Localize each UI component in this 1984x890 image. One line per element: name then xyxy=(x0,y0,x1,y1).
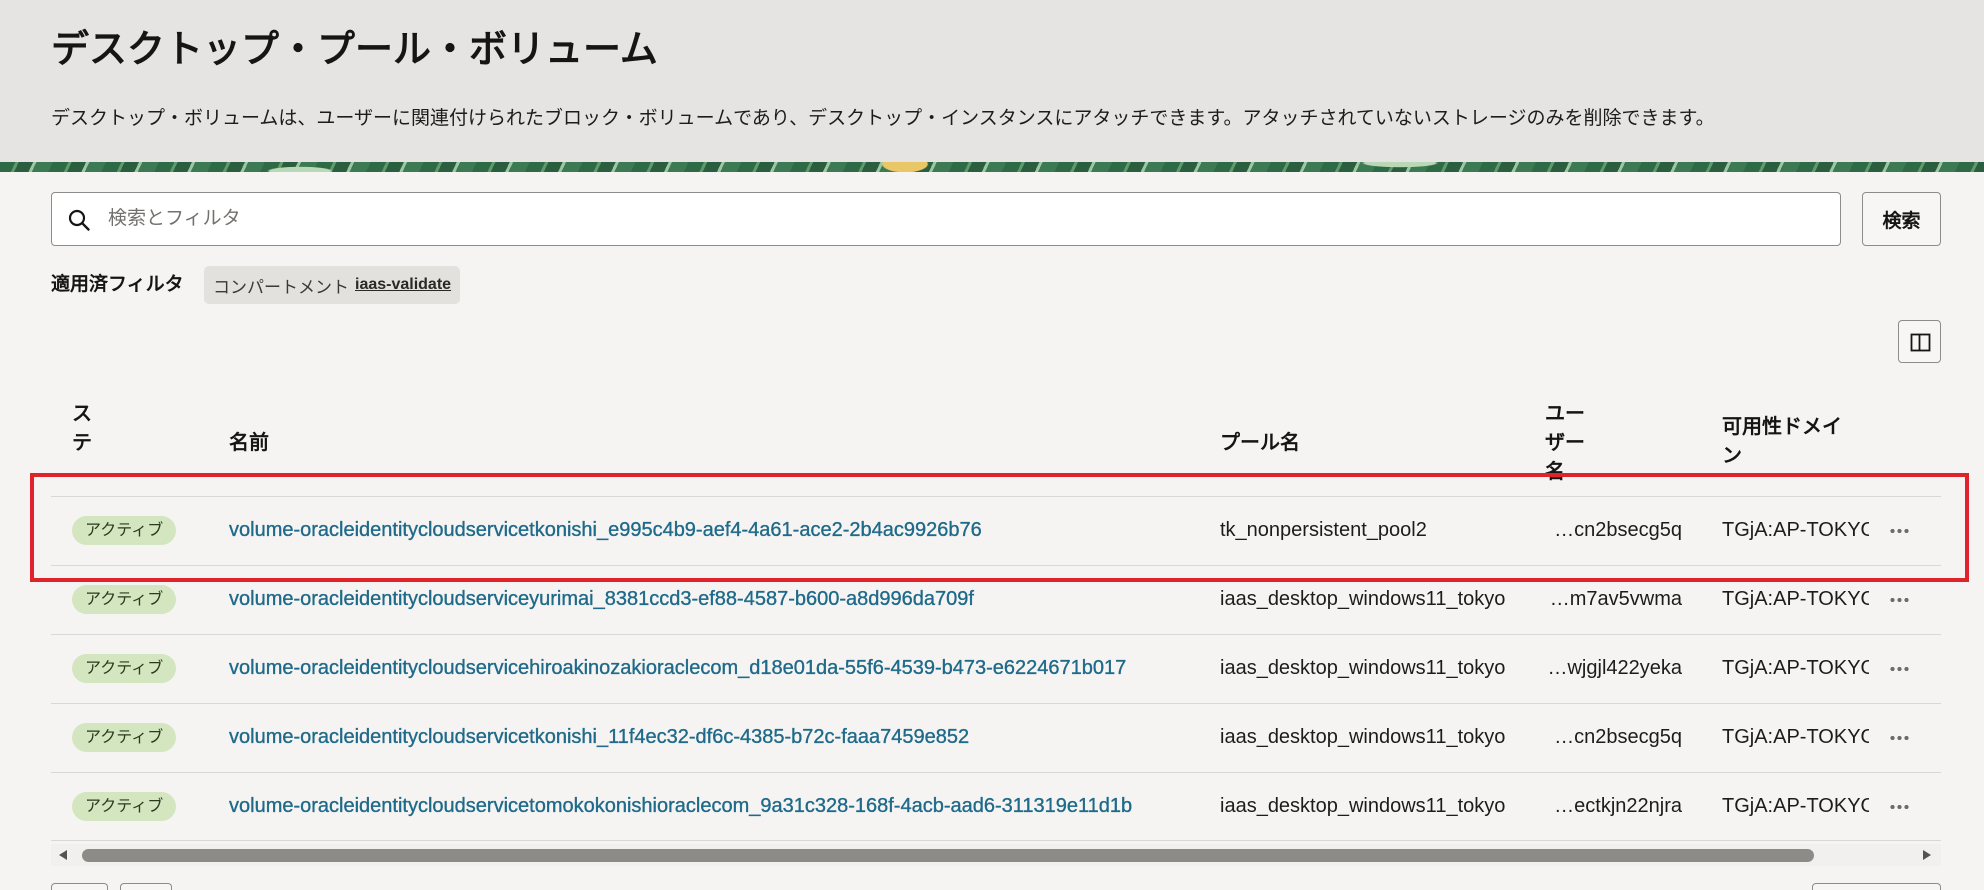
status-badge: アクティブ xyxy=(72,723,177,752)
pagination-control[interactable] xyxy=(51,883,108,890)
page-header: デスクトップ・プール・ボリューム デスクトップ・ボリュームは、ユーザーに関連付け… xyxy=(0,0,1984,162)
volume-name-link[interactable]: volume-oracleidentitycloudservicetomokok… xyxy=(229,773,1214,840)
page-title: デスクトップ・プール・ボリューム xyxy=(51,29,658,71)
scroll-left-arrow-icon[interactable] xyxy=(57,849,69,861)
search-box[interactable] xyxy=(51,192,1841,246)
status-badge: アクティブ xyxy=(72,654,177,683)
column-header-user-name[interactable]: ユーザー名 xyxy=(1545,400,1589,487)
more-actions-icon xyxy=(1889,736,1910,740)
row-actions-button[interactable] xyxy=(1879,792,1919,822)
user-name-cell: …m7av5vwma xyxy=(1549,588,1682,610)
more-actions-icon xyxy=(1889,598,1910,602)
status-badge: アクティブ xyxy=(72,792,177,821)
user-name-cell: …cn2bsecg5q xyxy=(1554,726,1682,748)
availability-domain-cell: TGjA:AP-TOKYO xyxy=(1722,726,1869,748)
row-actions-button[interactable] xyxy=(1879,654,1919,684)
availability-domain-cell: TGjA:AP-TOKYO xyxy=(1722,588,1869,610)
pagination-control[interactable] xyxy=(1812,883,1941,890)
row-actions-button[interactable] xyxy=(1879,723,1919,753)
applied-filters-label: 適用済フィルタ xyxy=(51,274,184,295)
availability-domain-cell: TGjA:AP-TOKYO xyxy=(1722,657,1869,679)
scroll-right-arrow-icon[interactable] xyxy=(1921,849,1933,861)
filter-chip-key: コンパートメント xyxy=(213,277,349,297)
row-actions-button[interactable] xyxy=(1879,516,1919,546)
search-button[interactable]: 検索 xyxy=(1862,192,1941,246)
status-badge: アクティブ xyxy=(72,516,177,545)
columns-icon xyxy=(1910,333,1931,352)
column-header-availability-domain[interactable]: 可用性ドメイン xyxy=(1722,413,1850,471)
table-row: アクティブ volume-oracleidentitycloudservicet… xyxy=(51,496,1941,565)
column-toggle-button[interactable] xyxy=(1898,320,1941,363)
table-row: アクティブ volume-oracleidentitycloudservicey… xyxy=(51,565,1941,634)
table-row: アクティブ volume-oracleidentitycloudservicet… xyxy=(51,772,1941,841)
status-badge: アクティブ xyxy=(72,585,177,614)
user-name-cell: …cn2bsecg5q xyxy=(1554,519,1682,541)
pool-name-cell: iaas_desktop_windows11_tokyo xyxy=(1220,588,1506,610)
availability-domain-cell: TGjA:AP-TOKYO xyxy=(1722,519,1869,541)
decorative-banner xyxy=(0,162,1984,172)
pagination-control[interactable] xyxy=(120,883,172,890)
more-actions-icon xyxy=(1889,667,1910,671)
filter-chip-value-link[interactable]: iaas-validate xyxy=(355,276,451,294)
user-name-cell: …wjgjl422yeka xyxy=(1547,657,1682,679)
pool-name-cell: iaas_desktop_windows11_tokyo xyxy=(1220,657,1506,679)
horizontal-scrollbar[interactable] xyxy=(51,844,1941,866)
table-row: アクティブ volume-oracleidentitycloudserviceh… xyxy=(51,634,1941,703)
search-icon xyxy=(68,209,90,231)
user-name-cell: …ectkjn22njra xyxy=(1554,795,1682,817)
pool-name-cell: iaas_desktop_windows11_tokyo xyxy=(1220,726,1506,748)
availability-domain-cell: TGjA:AP-TOKYO xyxy=(1722,795,1869,817)
column-header-status[interactable]: ステ xyxy=(72,400,96,458)
volume-name-link[interactable]: volume-oracleidentitycloudservicetkonish… xyxy=(229,704,1214,771)
column-header-name[interactable]: 名前 xyxy=(229,429,269,458)
volume-name-link[interactable]: volume-oracleidentitycloudserviceyurimai… xyxy=(229,566,1214,633)
volume-name-link[interactable]: volume-oracleidentitycloudservicehiroaki… xyxy=(229,635,1214,702)
pool-name-cell: iaas_desktop_windows11_tokyo xyxy=(1220,795,1506,817)
volume-name-link[interactable]: volume-oracleidentitycloudservicetkonish… xyxy=(229,497,1214,564)
more-actions-icon xyxy=(1889,805,1910,809)
scrollbar-thumb[interactable] xyxy=(82,849,1814,862)
filter-chip-compartment: コンパートメント iaas-validate xyxy=(204,266,461,304)
table-row: アクティブ volume-oracleidentitycloudservicet… xyxy=(51,703,1941,772)
more-actions-icon xyxy=(1889,529,1910,533)
search-input[interactable] xyxy=(106,193,1806,245)
column-header-pool-name[interactable]: プール名 xyxy=(1220,429,1300,458)
pool-name-cell: tk_nonpersistent_pool2 xyxy=(1220,519,1427,541)
row-actions-button[interactable] xyxy=(1879,585,1919,615)
page-description: デスクトップ・ボリュームは、ユーザーに関連付けられたブロック・ボリュームであり、… xyxy=(51,108,1715,129)
